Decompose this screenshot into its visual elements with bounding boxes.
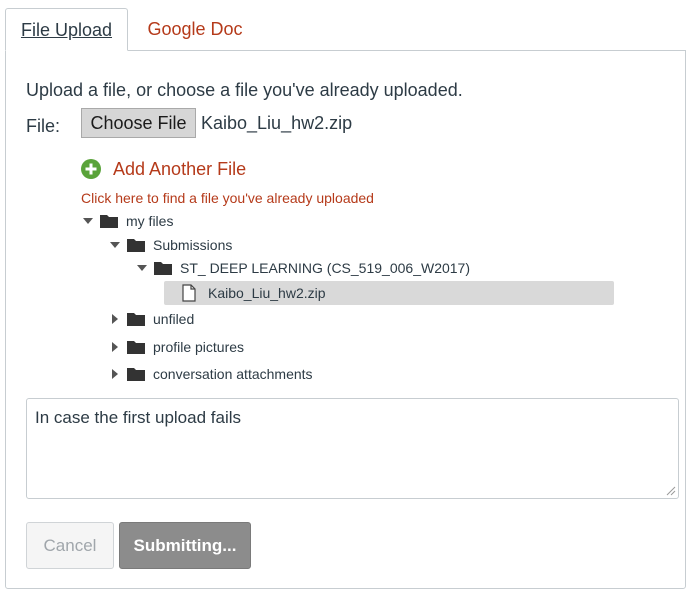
- triangle-down-icon[interactable]: [82, 215, 94, 227]
- add-another-file-label: Add Another File: [113, 158, 247, 179]
- triangle-right-icon[interactable]: [109, 313, 121, 325]
- triangle-down-icon[interactable]: [109, 239, 121, 251]
- plus-circle-icon: [81, 159, 101, 179]
- folder-icon: [127, 313, 145, 326]
- submit-button[interactable]: Submitting...: [119, 522, 251, 569]
- tab-file-upload[interactable]: File Upload: [5, 8, 128, 51]
- add-another-file-link[interactable]: Add Another File: [81, 158, 246, 180]
- tab-file-upload-label: File Upload: [20, 20, 113, 40]
- resize-grip-icon[interactable]: [666, 486, 676, 496]
- folder-icon: [154, 262, 172, 275]
- tree-item-label: ST_ DEEP LEARNING (CS_519_006_W2017): [180, 260, 470, 276]
- file-label: File:: [26, 116, 61, 136]
- cancel-button[interactable]: Cancel: [26, 522, 114, 569]
- tab-google-doc-label: Google Doc: [147, 19, 243, 39]
- tab-google-doc[interactable]: Google Doc: [140, 8, 250, 50]
- folder-icon: [127, 341, 145, 354]
- choose-file-button[interactable]: Choose File: [81, 108, 196, 138]
- find-uploaded-file-link[interactable]: Click here to find a file you've already…: [81, 190, 374, 206]
- document-icon: [182, 284, 196, 302]
- tree-item-label: conversation attachments: [153, 366, 313, 382]
- tree-item-selected-file[interactable]: Kaibo_Liu_hw2.zip: [182, 282, 326, 304]
- triangle-down-icon[interactable]: [136, 262, 148, 274]
- tree-item-conversation-attachments[interactable]: conversation attachments: [109, 363, 313, 385]
- tree-item-unfiled[interactable]: unfiled: [109, 308, 194, 330]
- folder-icon: [127, 239, 145, 252]
- chosen-file-name: Kaibo_Liu_hw2.zip: [201, 113, 353, 133]
- tree-item-course-folder[interactable]: ST_ DEEP LEARNING (CS_519_006_W2017): [136, 257, 470, 279]
- tree-item-label: Submissions: [153, 237, 233, 253]
- upload-instructions: Upload a file, or choose a file you've a…: [26, 80, 463, 100]
- tree-item-my-files[interactable]: my files: [82, 210, 173, 232]
- triangle-right-icon[interactable]: [109, 368, 121, 380]
- folder-icon: [127, 368, 145, 381]
- tree-item-submissions[interactable]: Submissions: [109, 234, 232, 256]
- folder-icon: [100, 215, 118, 228]
- tree-item-label: profile pictures: [153, 339, 245, 355]
- tree-item-label: my files: [126, 213, 174, 229]
- tree-item-label: unfiled: [153, 311, 195, 327]
- tree-item-label: Kaibo_Liu_hw2.zip: [208, 285, 326, 301]
- comment-textarea[interactable]: In case the first upload fails: [26, 398, 679, 499]
- comment-text: In case the first upload fails: [35, 408, 242, 427]
- tree-item-profile-pictures[interactable]: profile pictures: [109, 336, 244, 358]
- triangle-right-icon[interactable]: [109, 341, 121, 353]
